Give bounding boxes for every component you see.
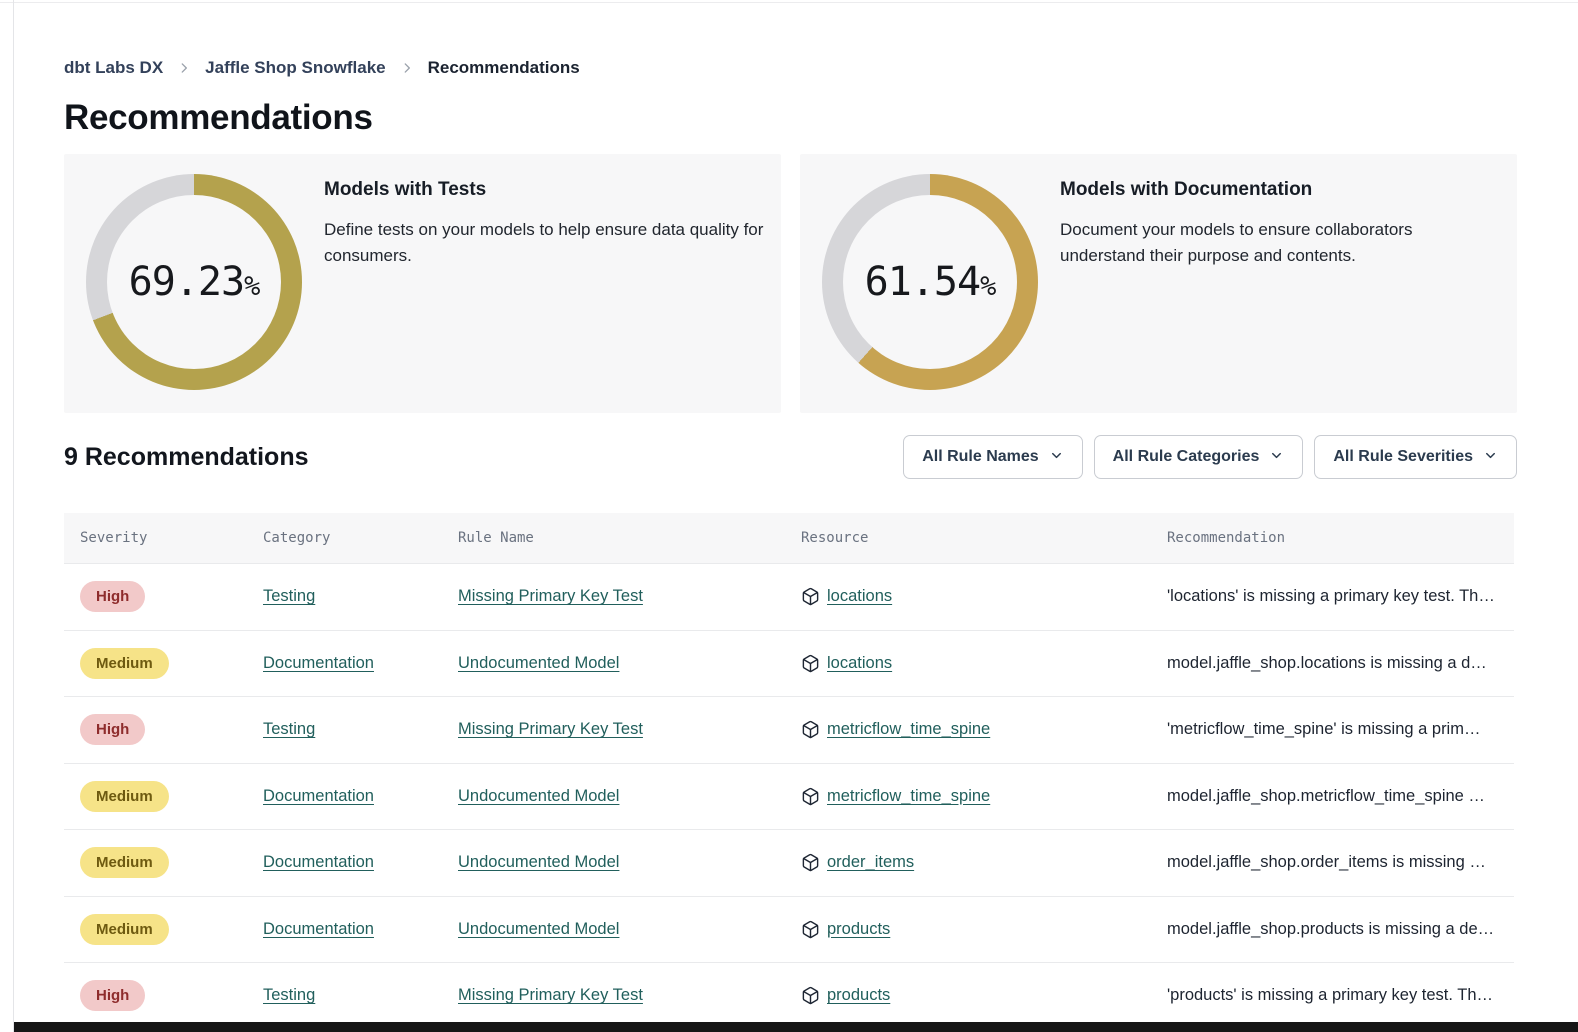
rule-name-link[interactable]: Undocumented Model [458,920,619,939]
filter-label: All Rule Severities [1333,448,1473,466]
severity-badge: Medium [80,914,169,945]
donut-hole: 61.54% [843,195,1017,369]
model-cube-icon [801,986,820,1005]
filter-label: All Rule Names [922,448,1038,466]
card-body: Models with Tests Define tests on your m… [324,179,781,269]
category-link[interactable]: Documentation [263,853,374,872]
filter-label: All Rule Categories [1113,448,1260,466]
chevron-down-icon [1049,447,1064,468]
severity-badge: High [80,980,145,1011]
rule-severities-filter-dropdown[interactable]: All Rule Severities [1314,435,1517,479]
resource-link[interactable]: products [827,920,890,939]
category-link[interactable]: Testing [263,986,315,1005]
resource-link[interactable]: locations [827,654,892,673]
category-link[interactable]: Documentation [263,787,374,806]
table-row: Medium Documentation Undocumented Model … [64,763,1514,830]
list-toolbar: 9 Recommendations All Rule Names All Rul… [64,433,1517,481]
model-cube-icon [801,853,820,872]
column-header-category: Category [263,530,458,546]
card-title: Models with Tests [324,179,781,201]
resource-link[interactable]: metricflow_time_spine [827,787,990,806]
recommendations-table: Severity Category Rule Name Resource Rec… [64,513,1514,1029]
breadcrumb-item-project[interactable]: dbt Labs DX [64,58,163,78]
left-divider [13,0,14,1032]
table-row: High Testing Missing Primary Key Test me… [64,696,1514,763]
column-header-resource: Resource [801,530,1167,546]
rule-name-link[interactable]: Missing Primary Key Test [458,986,643,1005]
breadcrumb-item-current: Recommendations [428,58,580,78]
rule-names-filter-dropdown[interactable]: All Rule Names [903,435,1082,479]
breadcrumb-item-environment[interactable]: Jaffle Shop Snowflake [205,58,385,78]
breadcrumb: dbt Labs DX Jaffle Shop Snowflake Recomm… [64,58,580,78]
documentation-percent-value: 61.54% [865,259,996,305]
resource-link[interactable]: order_items [827,853,914,872]
model-cube-icon [801,587,820,606]
recommendation-text: 'locations' is missing a primary key tes… [1167,587,1514,606]
model-cube-icon [801,787,820,806]
column-header-severity: Severity [64,530,263,546]
column-header-recommendation: Recommendation [1167,530,1514,546]
card-title: Models with Documentation [1060,179,1438,201]
tests-percent-value: 69.23% [129,259,260,305]
tests-donut-chart: 69.23% [86,174,302,390]
table-row: High Testing Missing Primary Key Test lo… [64,563,1514,630]
page-title: Recommendations [64,98,373,138]
recommendation-text: model.jaffle_shop.metricflow_time_spine … [1167,787,1514,806]
resource-link[interactable]: products [827,986,890,1005]
rule-name-link[interactable]: Missing Primary Key Test [458,587,643,606]
recommendations-page: dbt Labs DX Jaffle Shop Snowflake Recomm… [0,0,1578,1032]
recommendation-text: model.jaffle_shop.locations is missing a… [1167,654,1514,673]
filter-group: All Rule Names All Rule Categories All R… [903,435,1517,479]
chevron-right-icon [177,61,191,75]
model-cube-icon [801,920,820,939]
documentation-donut-chart: 61.54% [822,174,1038,390]
recommendation-text: 'products' is missing a primary key test… [1167,986,1514,1005]
donut-hole: 69.23% [107,195,281,369]
card-body: Models with Documentation Document your … [1060,179,1438,269]
category-link[interactable]: Testing [263,587,315,606]
chevron-down-icon [1269,447,1284,468]
bottom-window-edge [14,1022,1578,1032]
table-row: Medium Documentation Undocumented Model … [64,896,1514,963]
metric-cards: 69.23% Models with Tests Define tests on… [64,154,1517,413]
table-row: Medium Documentation Undocumented Model … [64,630,1514,697]
table-header: Severity Category Rule Name Resource Rec… [64,513,1514,563]
severity-badge: Medium [80,781,169,812]
category-link[interactable]: Documentation [263,920,374,939]
card-description: Define tests on your models to help ensu… [324,217,781,269]
models-with-documentation-card: 61.54% Models with Documentation Documen… [800,154,1517,413]
recommendations-count-heading: 9 Recommendations [64,443,309,472]
card-description: Document your models to ensure collabora… [1060,217,1438,269]
table-row: High Testing Missing Primary Key Test pr… [64,962,1514,1029]
chevron-right-icon [400,61,414,75]
rule-name-link[interactable]: Undocumented Model [458,853,619,872]
models-with-tests-card: 69.23% Models with Tests Define tests on… [64,154,781,413]
recommendation-text: model.jaffle_shop.products is missing a … [1167,920,1514,939]
rule-name-link[interactable]: Undocumented Model [458,654,619,673]
chevron-down-icon [1483,447,1498,468]
rule-name-link[interactable]: Missing Primary Key Test [458,720,643,739]
severity-badge: High [80,581,145,612]
category-link[interactable]: Documentation [263,654,374,673]
recommendation-text: model.jaffle_shop.order_items is missing… [1167,853,1514,872]
table-row: Medium Documentation Undocumented Model … [64,829,1514,896]
severity-badge: High [80,714,145,745]
resource-link[interactable]: metricflow_time_spine [827,720,990,739]
category-link[interactable]: Testing [263,720,315,739]
severity-badge: Medium [80,648,169,679]
model-cube-icon [801,720,820,739]
severity-badge: Medium [80,847,169,878]
resource-link[interactable]: locations [827,587,892,606]
recommendation-text: 'metricflow_time_spine' is missing a pri… [1167,720,1514,739]
model-cube-icon [801,654,820,673]
top-divider [0,2,1578,3]
rule-name-link[interactable]: Undocumented Model [458,787,619,806]
rule-categories-filter-dropdown[interactable]: All Rule Categories [1094,435,1304,479]
column-header-rule-name: Rule Name [458,530,801,546]
